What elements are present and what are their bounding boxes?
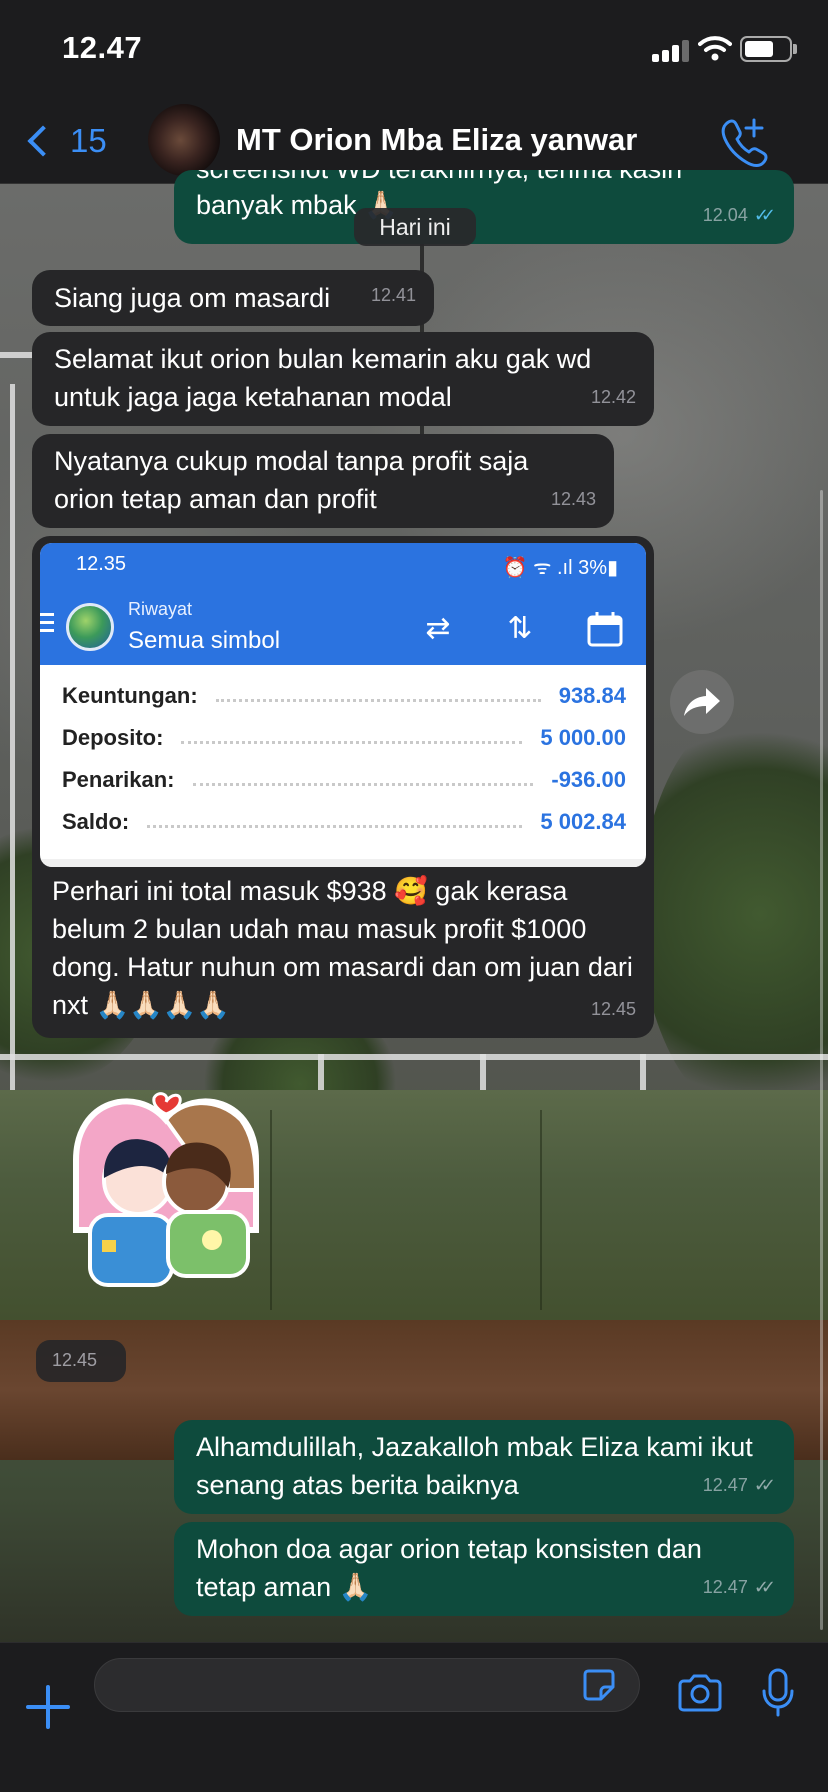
message-bubble-incoming[interactable]: Nyatanya cukup modal tanpa profit saja o… — [32, 434, 614, 528]
message-time: 12.42 — [590, 387, 636, 407]
message-time: 12.41 — [370, 285, 416, 305]
mt-row-label: Penarikan: — [62, 767, 183, 793]
message-bubble-outgoing[interactable]: Alhamdulillah, Jazakalloh mbak Eliza kam… — [174, 1420, 794, 1514]
scrollbar[interactable] — [820, 490, 823, 1630]
message-time: 12.43 — [550, 489, 596, 509]
mt-row: Keuntungan: 938.84 — [62, 675, 626, 717]
double-check-icon: ✓✓ — [753, 1475, 776, 1495]
mt-app-header: 12.35 ⏰ ᯤ .ıl 3%▮ Riwayat Semua simbol ⇄… — [40, 543, 646, 665]
status-time: 12.47 — [62, 30, 143, 65]
mt-row-label: Deposito: — [62, 725, 172, 751]
camera-icon[interactable] — [676, 1673, 724, 1713]
message-text: Alhamdulillah, Jazakalloh mbak Eliza kam… — [196, 1432, 753, 1500]
avatar[interactable] — [148, 104, 220, 176]
mt-divider — [40, 859, 646, 867]
mt-status-icons: ⏰ ᯤ .ıl 3%▮ — [502, 557, 618, 579]
message-text: Mohon doa agar orion tetap konsisten dan… — [196, 1534, 702, 1602]
trading-screenshot-image[interactable]: 12.35 ⏰ ᯤ .ıl 3%▮ Riwayat Semua simbol ⇄… — [40, 543, 646, 867]
message-meta: 12.43 — [551, 480, 596, 518]
message-bubble-incoming[interactable]: Siang juga om masardi 12.41 — [32, 270, 434, 326]
sort-icon: ⇅ — [507, 612, 533, 645]
back-button[interactable]: 15 — [22, 116, 107, 166]
message-bubble-outgoing[interactable]: Mohon doa agar orion tetap konsisten dan… — [174, 1522, 794, 1616]
message-time: 12.47 — [702, 1475, 748, 1495]
message-bubble-outgoing[interactable]: screenshot WD terakhirnya, terima kasih … — [174, 170, 794, 244]
calendar-icon — [587, 612, 623, 647]
sticker-icon[interactable] — [581, 1667, 617, 1703]
message-bubble-incoming[interactable]: Selamat ikut orion bulan kemarin aku gak… — [32, 332, 654, 426]
sticker-time-pill: 12.45 — [36, 1340, 126, 1382]
double-check-icon: ✓✓ — [753, 205, 776, 225]
message-time: 12.04 — [702, 205, 748, 225]
wallpaper-shelf — [0, 1054, 828, 1060]
message-meta: 12.42 — [591, 378, 636, 416]
message-text: banyak mbak 🙏🏻 — [196, 190, 398, 220]
mt-row-value: 938.84 — [558, 683, 626, 708]
mt-subtitle: Riwayat — [128, 599, 193, 619]
message-time: 12.45 — [52, 1350, 98, 1370]
mt-row-label: Keuntungan: — [62, 683, 206, 709]
status-bar: 12.47 — [0, 0, 828, 100]
mt-row-label: Saldo: — [62, 809, 138, 835]
double-check-icon: ✓✓ — [753, 1577, 776, 1597]
wifi-icon — [698, 36, 732, 61]
chevron-left-icon — [27, 125, 59, 157]
mt-summary-table: Keuntungan: 938.84 Deposito: 5 000.00 Pe… — [62, 675, 626, 843]
message-input-bar — [0, 1642, 828, 1792]
plus-icon[interactable] — [24, 1683, 72, 1731]
message-time: 12.47 — [702, 1577, 748, 1597]
message-text: Selamat ikut orion bulan kemarin aku gak… — [54, 344, 592, 412]
message-caption: Perhari ini total masuk $938 🥰 gak keras… — [52, 876, 633, 1020]
wallpaper-sofa-seam — [540, 1110, 542, 1310]
battery-icon — [740, 36, 792, 62]
wallpaper-plant — [640, 704, 828, 1124]
mt-row: Penarikan: -936.00 — [62, 759, 626, 801]
mt-row-value: 5 002.84 — [540, 809, 626, 834]
message-text: Nyatanya cukup modal tanpa profit saja o… — [54, 446, 529, 514]
message-text: Siang juga om masardi — [54, 283, 331, 313]
message-meta: 12.41 — [371, 276, 416, 314]
unread-count: 15 — [70, 122, 107, 159]
message-meta: 12.47 ✓✓ — [703, 1568, 776, 1606]
message-meta: 12.47 ✓✓ — [703, 1466, 776, 1504]
forward-icon — [684, 688, 720, 716]
add-call-icon[interactable] — [716, 114, 772, 170]
chat-title[interactable]: MT Orion Mba Eliza yanwar — [236, 122, 637, 158]
mt-row-value: 5 000.00 — [540, 725, 626, 750]
currency-exchange-icon: ⇄ — [425, 612, 451, 645]
cellular-signal-icon — [652, 40, 692, 62]
mt-status-time: 12.35 — [76, 553, 127, 575]
message-meta: 12.04 ✓✓ — [703, 196, 776, 234]
friends-heart-sticker[interactable] — [66, 1090, 266, 1300]
metatrader-logo-icon — [66, 603, 114, 651]
message-time: 12.45 — [590, 999, 636, 1019]
wallpaper-sofa-seam — [270, 1110, 272, 1310]
menu-icon — [40, 613, 54, 637]
mt-row-value: -936.00 — [551, 767, 626, 792]
forward-button[interactable] — [670, 670, 734, 734]
mt-title: Semua simbol — [128, 627, 281, 654]
date-separator: Hari ini — [354, 208, 476, 246]
mt-row: Saldo: 5 002.84 — [62, 801, 626, 843]
mt-row: Deposito: 5 000.00 — [62, 717, 626, 759]
microphone-icon[interactable] — [760, 1667, 796, 1719]
message-meta: 12.45 — [591, 990, 636, 1028]
message-input[interactable] — [94, 1658, 640, 1712]
battery-tip — [793, 44, 797, 54]
